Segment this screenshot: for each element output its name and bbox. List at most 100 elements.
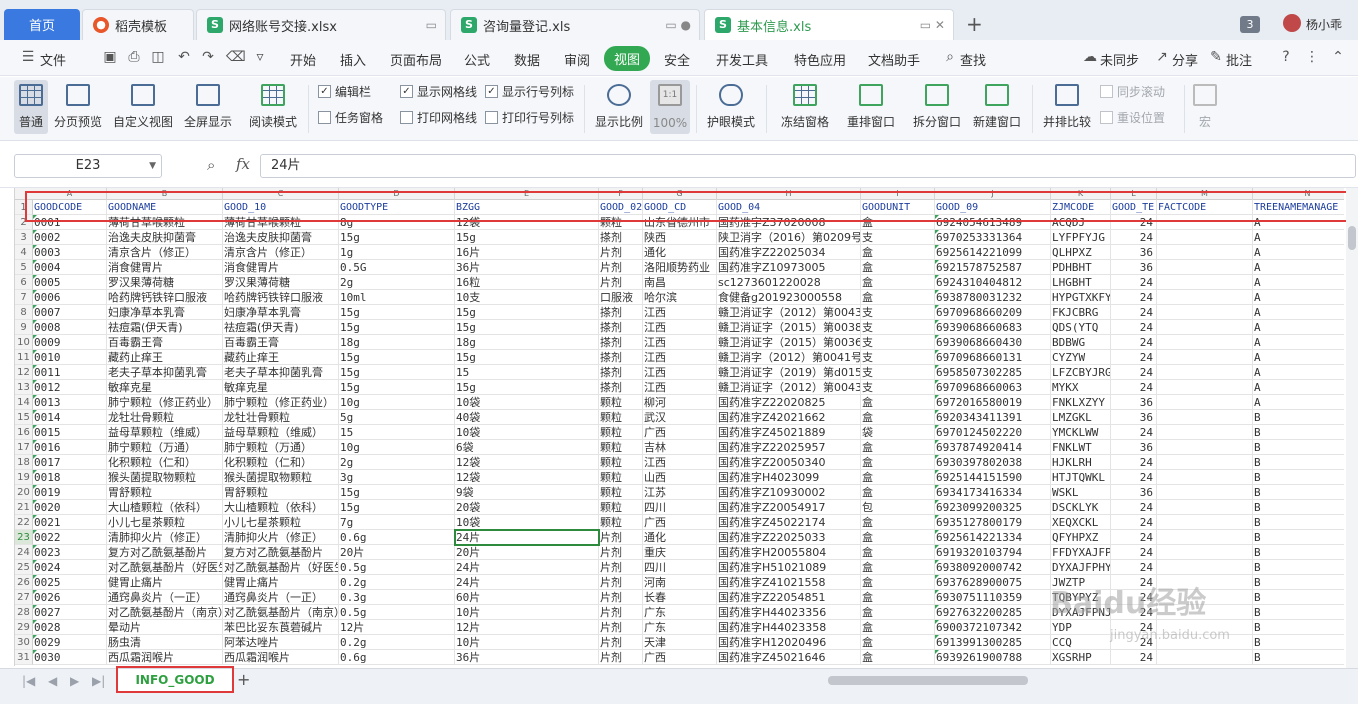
- last-sheet-icon[interactable]: ▶|: [92, 674, 105, 688]
- table-cell[interactable]: 盒: [861, 620, 935, 635]
- table-cell[interactable]: 江西: [643, 335, 717, 350]
- table-cell[interactable]: sc1273601220028: [717, 275, 861, 290]
- table-cell[interactable]: 盒: [861, 560, 935, 575]
- table-cell[interactable]: 片剂: [599, 260, 643, 275]
- close-icon[interactable]: ▭ ✕: [920, 18, 945, 32]
- table-cell[interactable]: 赣卫消证字（2015）第0038号: [717, 320, 861, 335]
- table-cell[interactable]: 颗粒: [599, 470, 643, 485]
- table-cell[interactable]: 颗粒: [599, 500, 643, 515]
- table-cell[interactable]: [1157, 335, 1253, 350]
- table-cell[interactable]: 国药准字Z22020825: [717, 395, 861, 410]
- table-cell[interactable]: 支: [861, 380, 935, 395]
- table-cell[interactable]: 15g: [455, 380, 599, 395]
- table-cell[interactable]: 15g: [339, 380, 455, 395]
- row-header[interactable]: 17: [15, 440, 33, 455]
- zoom-ratio-button[interactable]: 显示比例: [592, 80, 646, 134]
- row-header[interactable]: 21: [15, 500, 33, 515]
- table-cell[interactable]: 肺宁颗粒（万通）: [107, 440, 223, 455]
- table-cell[interactable]: 江西: [643, 380, 717, 395]
- table-cell[interactable]: YDP: [1051, 620, 1111, 635]
- table-cell[interactable]: 罗汉果薄荷糖: [107, 275, 223, 290]
- table-cell[interactable]: 片剂: [599, 530, 643, 545]
- table-cell[interactable]: 盒: [861, 410, 935, 425]
- table-cell[interactable]: 6927632200285: [935, 605, 1051, 620]
- table-cell[interactable]: 36: [1111, 260, 1157, 275]
- table-cell[interactable]: 0.6g: [339, 650, 455, 665]
- table-cell[interactable]: 36片: [455, 650, 599, 665]
- show-headers-checkbox[interactable]: ✓ 显示行号列标: [485, 83, 574, 100]
- add-sheet-button[interactable]: +: [237, 670, 250, 689]
- table-cell[interactable]: 0027: [33, 605, 107, 620]
- row-header[interactable]: 14: [15, 395, 33, 410]
- table-cell[interactable]: 盒: [861, 545, 935, 560]
- row-header[interactable]: 12: [15, 365, 33, 380]
- table-cell[interactable]: 搽剂: [599, 230, 643, 245]
- table-cell[interactable]: 柳河: [643, 395, 717, 410]
- table-cell[interactable]: A: [1253, 320, 1344, 335]
- cloud-icon[interactable]: ☁: [1082, 49, 1098, 65]
- table-cell[interactable]: 老夫子草本抑菌乳膏: [107, 365, 223, 380]
- table-cell[interactable]: 吉林: [643, 440, 717, 455]
- table-cell[interactable]: 6935127800179: [935, 515, 1051, 530]
- table-cell[interactable]: 6937628900075: [935, 575, 1051, 590]
- table-cell[interactable]: 盒: [861, 245, 935, 260]
- arrange-windows-button[interactable]: 重排窗口: [842, 80, 900, 134]
- table-cell[interactable]: 江西: [643, 455, 717, 470]
- table-cell[interactable]: 颗粒: [599, 425, 643, 440]
- window-icon[interactable]: ▭ ●: [665, 18, 691, 32]
- table-cell[interactable]: 片剂: [599, 605, 643, 620]
- table-cell[interactable]: [1157, 545, 1253, 560]
- table-cell[interactable]: [1157, 500, 1253, 515]
- table-cell[interactable]: 通化: [643, 530, 717, 545]
- table-cell[interactable]: B: [1253, 485, 1344, 500]
- table-cell[interactable]: 国药准字H44023358: [717, 620, 861, 635]
- table-cell[interactable]: 消食健胃片: [223, 260, 339, 275]
- table-cell[interactable]: 15g: [339, 230, 455, 245]
- table-cell[interactable]: 0007: [33, 305, 107, 320]
- table-cell[interactable]: XGSRHP: [1051, 650, 1111, 665]
- table-cell[interactable]: 口服液: [599, 290, 643, 305]
- save-icon[interactable]: ▣: [102, 49, 118, 65]
- menu-view[interactable]: 视图: [604, 46, 651, 71]
- table-cell[interactable]: 通化: [643, 245, 717, 260]
- row-header[interactable]: 30: [15, 635, 33, 650]
- table-cell[interactable]: B: [1253, 500, 1344, 515]
- undo-icon[interactable]: ↶: [176, 49, 192, 65]
- table-cell[interactable]: A: [1253, 380, 1344, 395]
- menu-formula[interactable]: 公式: [464, 50, 490, 69]
- table-cell[interactable]: 食健备g201923000558: [717, 290, 861, 305]
- freeze-panes-button[interactable]: 冻结窗格: [774, 80, 836, 134]
- table-cell[interactable]: 复方对乙酰氨基酚片: [223, 545, 339, 560]
- table-cell[interactable]: 6925144151590: [935, 470, 1051, 485]
- table-cell[interactable]: 西瓜霜润喉片: [223, 650, 339, 665]
- table-cell[interactable]: QDS(YTQ: [1051, 320, 1111, 335]
- table-cell[interactable]: 国药准字Z20050340: [717, 455, 861, 470]
- table-cell[interactable]: 肺宁颗粒（万通）: [223, 440, 339, 455]
- table-cell[interactable]: 7g: [339, 515, 455, 530]
- table-cell[interactable]: 0019: [33, 485, 107, 500]
- table-cell[interactable]: 国药准字Z10973005: [717, 260, 861, 275]
- menu-security[interactable]: 安全: [664, 50, 690, 69]
- table-cell[interactable]: 盒: [861, 635, 935, 650]
- table-cell[interactable]: 广西: [643, 425, 717, 440]
- table-cell[interactable]: B: [1253, 560, 1344, 575]
- table-cell[interactable]: 健胃止痛片: [223, 575, 339, 590]
- menu-page-layout[interactable]: 页面布局: [390, 50, 442, 69]
- table-cell[interactable]: [1157, 530, 1253, 545]
- table-cell[interactable]: 治逸夫皮肤抑菌膏: [223, 230, 339, 245]
- table-cell[interactable]: 支: [861, 305, 935, 320]
- table-cell[interactable]: 6938780031232: [935, 290, 1051, 305]
- table-cell[interactable]: 赣卫消证字（2012）第0043号: [717, 380, 861, 395]
- table-cell[interactable]: 敏痒克星: [107, 380, 223, 395]
- table-cell[interactable]: 0030: [33, 650, 107, 665]
- table-cell[interactable]: 6938092000742: [935, 560, 1051, 575]
- table-cell[interactable]: 24: [1111, 305, 1157, 320]
- row-header[interactable]: 16: [15, 425, 33, 440]
- table-cell[interactable]: B: [1253, 440, 1344, 455]
- table-cell[interactable]: 猴头菌提取物颗粒: [223, 470, 339, 485]
- table-cell[interactable]: 0.2g: [339, 635, 455, 650]
- table-cell[interactable]: DSCKLYK: [1051, 500, 1111, 515]
- table-cell[interactable]: A: [1253, 230, 1344, 245]
- row-header[interactable]: 8: [15, 305, 33, 320]
- table-cell[interactable]: 武汉: [643, 410, 717, 425]
